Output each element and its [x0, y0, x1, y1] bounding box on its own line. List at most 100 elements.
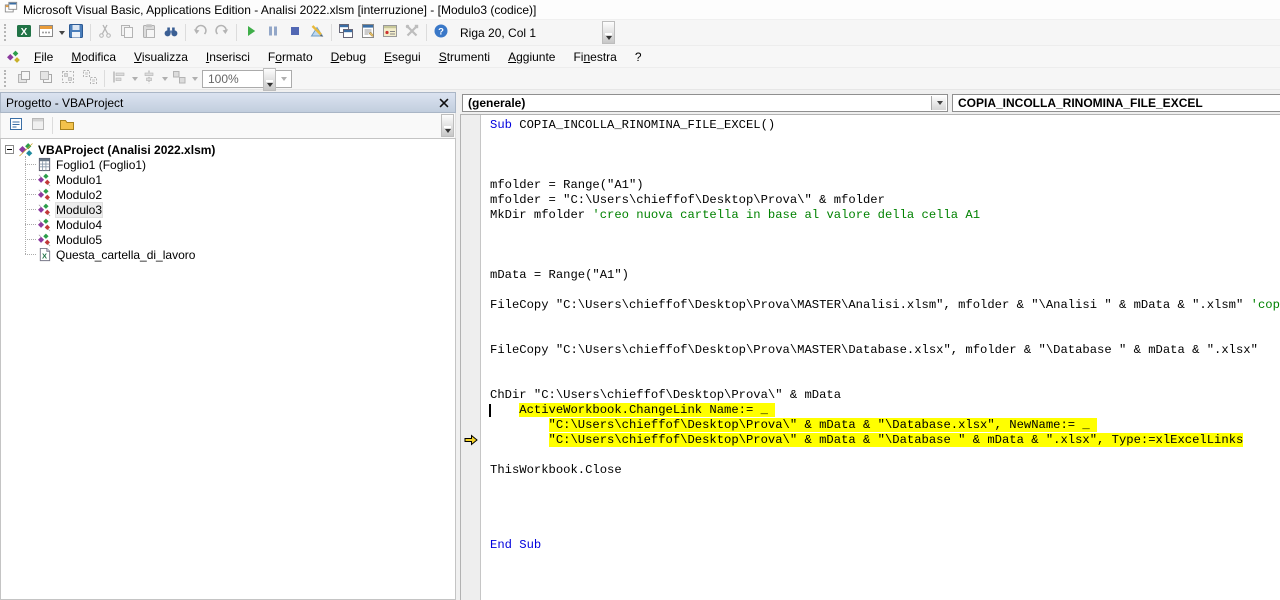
code-line[interactable] — [490, 238, 1280, 253]
project-explorer-button[interactable] — [335, 22, 357, 44]
toolbar-separator — [236, 24, 237, 41]
design-mode-button[interactable] — [306, 22, 328, 44]
tree-item-label: Modulo5 — [56, 232, 103, 247]
chevron-down-icon[interactable] — [192, 76, 198, 81]
code-line[interactable] — [490, 313, 1280, 328]
code-text: MkDir mfolder — [490, 208, 593, 222]
tree-item-questa_cartella_di_lavoro[interactable]: X Questa_cartella_di_lavoro — [1, 247, 455, 262]
code-line[interactable]: ThisWorkbook.Close — [490, 463, 1280, 478]
code-line[interactable] — [490, 328, 1280, 343]
code-line[interactable]: ActiveWorkbook.ChangeLink Name:= _ — [490, 403, 1280, 418]
toolbar-separator — [426, 24, 427, 41]
code-line[interactable] — [490, 553, 1280, 568]
toolbar-options-chevron-icon[interactable] — [602, 21, 615, 44]
procedure-combobox[interactable]: COPIA_INCOLLA_RINOMINA_FILE_EXCEL — [952, 94, 1280, 112]
code-text: FileCopy "C:\Users\chieffof\Desktop\Prov… — [490, 298, 1251, 312]
code-line[interactable]: mData = Range("A1") — [490, 268, 1280, 283]
align-icon — [111, 69, 127, 88]
code-line[interactable]: MkDir mfolder 'creo nuova cartella in ba… — [490, 208, 1280, 223]
code-line[interactable] — [490, 478, 1280, 493]
code-line[interactable] — [490, 508, 1280, 523]
code-line[interactable]: mfolder = "C:\Users\chieffof\Desktop\Pro… — [490, 193, 1280, 208]
properties-window-button[interactable] — [357, 22, 379, 44]
view-code-button[interactable] — [5, 115, 27, 137]
menu-esegui[interactable]: Esegui — [376, 47, 429, 67]
tree-item-root[interactable]: VBAProject (Analisi 2022.xlsm) — [1, 142, 455, 157]
save-icon — [68, 23, 84, 42]
view-excel-button[interactable]: X — [13, 22, 35, 44]
collapse-icon[interactable] — [5, 145, 14, 154]
toolbar-grip[interactable] — [4, 70, 9, 87]
insert-userform-button[interactable] — [35, 22, 57, 44]
menu-visualizza[interactable]: Visualizza — [126, 47, 196, 67]
redo-button — [211, 22, 233, 44]
code-line[interactable]: "C:\Users\chieffof\Desktop\Prova\" & mDa… — [490, 433, 1280, 448]
chevron-down-icon[interactable] — [281, 76, 287, 81]
project-panel-header[interactable]: Progetto - VBAProject — [0, 92, 456, 113]
code-line[interactable]: FileCopy "C:\Users\chieffof\Desktop\Prov… — [490, 298, 1280, 313]
code-line[interactable] — [490, 493, 1280, 508]
code-line[interactable]: Sub COPIA_INCOLLA_RINOMINA_FILE_EXCEL() — [490, 118, 1280, 133]
toolbar-options-chevron-icon[interactable] — [263, 68, 276, 91]
indicator-margin[interactable] — [461, 115, 481, 600]
code-line[interactable]: ChDir "C:\Users\chieffof\Desktop\Prova\"… — [490, 388, 1280, 403]
menu-finestra[interactable]: Finestra — [565, 47, 624, 67]
code-line[interactable] — [490, 163, 1280, 178]
code-line[interactable] — [490, 223, 1280, 238]
toolbar-grip[interactable] — [4, 24, 9, 41]
tree-item-label: Modulo2 — [56, 187, 103, 202]
tree-item-modulo3[interactable]: Modulo3 — [1, 201, 455, 218]
toggle-folders-button[interactable] — [56, 115, 78, 137]
tree-item-foglio1[interactable]: Foglio1 (Foglio1) — [1, 157, 455, 172]
code-line[interactable] — [490, 148, 1280, 163]
break-button[interactable] — [262, 22, 284, 44]
menu-modifica[interactable]: Modifica — [63, 47, 124, 67]
reset-button[interactable] — [284, 22, 306, 44]
code-line[interactable] — [490, 133, 1280, 148]
project-tree[interactable]: VBAProject (Analisi 2022.xlsm) Foglio1 (F… — [0, 138, 456, 600]
tree-item-label: Modulo1 — [56, 172, 103, 187]
code-line[interactable] — [490, 283, 1280, 298]
chevron-down-icon[interactable] — [931, 96, 946, 110]
code-line[interactable] — [490, 373, 1280, 388]
code-line[interactable] — [490, 583, 1280, 598]
object-browser-button[interactable] — [379, 22, 401, 44]
menu-formato[interactable]: Formato — [260, 47, 321, 67]
code-line[interactable] — [490, 523, 1280, 538]
code-line[interactable]: FileCopy "C:\Users\chieffof\Desktop\Prov… — [490, 343, 1280, 358]
code-line[interactable]: mfolder = Range("A1") — [490, 178, 1280, 193]
code-editor[interactable]: Sub COPIA_INCOLLA_RINOMINA_FILE_EXCEL() … — [460, 114, 1280, 600]
code-line[interactable]: "C:\Users\chieffof\Desktop\Prova\" & mDa… — [490, 418, 1280, 433]
tree-connector — [25, 254, 36, 255]
menu-debug[interactable]: Debug — [323, 47, 374, 67]
help-button[interactable]: ? — [430, 22, 452, 44]
zoom-combobox[interactable]: 100% — [202, 69, 292, 88]
object-combobox[interactable]: (generale) — [462, 94, 948, 112]
toolbar-separator — [331, 24, 332, 41]
toolbar-options-chevron-icon[interactable] — [441, 114, 454, 137]
close-icon[interactable] — [436, 95, 452, 111]
menu-file[interactable]: File — [26, 47, 61, 67]
cut-icon — [97, 23, 113, 42]
code-line[interactable] — [490, 448, 1280, 463]
menu-inserisci[interactable]: Inserisci — [198, 47, 258, 67]
run-button[interactable] — [240, 22, 262, 44]
procedure-combo-value: COPIA_INCOLLA_RINOMINA_FILE_EXCEL — [958, 96, 1203, 110]
tree-item-modulo2[interactable]: Modulo2 — [1, 187, 455, 202]
code-line[interactable] — [490, 358, 1280, 373]
menu-?[interactable]: ? — [627, 47, 650, 67]
save-button[interactable] — [65, 22, 87, 44]
view-object-button — [27, 115, 49, 137]
code-line[interactable] — [490, 568, 1280, 583]
code-line[interactable] — [490, 253, 1280, 268]
menu-strumenti[interactable]: Strumenti — [431, 47, 498, 67]
tree-item-modulo5[interactable]: Modulo5 — [1, 232, 455, 247]
code-line[interactable]: End Sub — [490, 538, 1280, 553]
code-text[interactable]: Sub COPIA_INCOLLA_RINOMINA_FILE_EXCEL() … — [482, 115, 1280, 600]
tree-item-modulo4[interactable]: Modulo4 — [1, 217, 455, 232]
find-button[interactable] — [160, 22, 182, 44]
tree-item-modulo1[interactable]: Modulo1 — [1, 172, 455, 187]
viewcode-icon — [8, 116, 24, 135]
menu-aggiunte[interactable]: Aggiunte — [500, 47, 563, 67]
